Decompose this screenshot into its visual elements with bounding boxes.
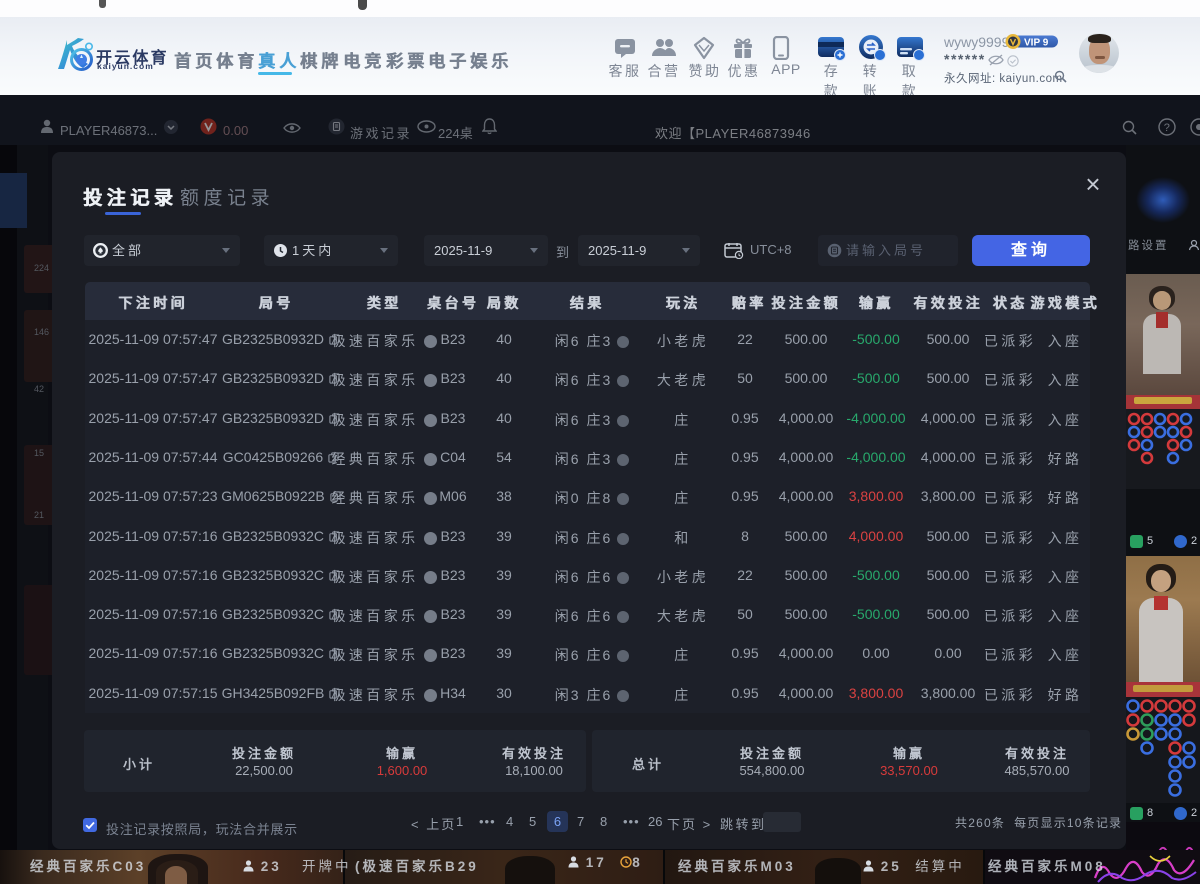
svg-text:VIP 9: VIP 9 (1024, 38, 1049, 49)
